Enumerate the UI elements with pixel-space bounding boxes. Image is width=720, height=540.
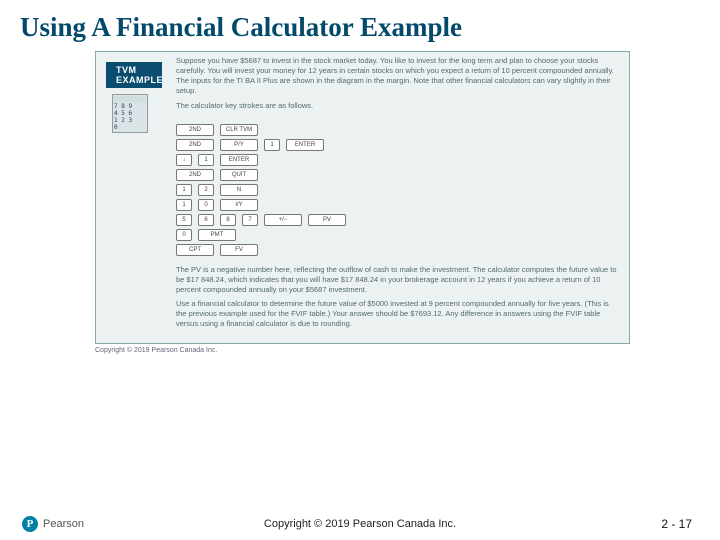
calc-key: CPT [176, 244, 214, 256]
keystroke-row: 0 PMT [176, 229, 629, 241]
lead-paragraph: The calculator key strokes are as follow… [176, 101, 619, 111]
calc-key: 1 [198, 154, 214, 166]
keystroke-row: 12N [176, 184, 629, 196]
calc-key: FV [220, 244, 258, 256]
intro-paragraph: Suppose you have $5687 to invest in the … [176, 56, 619, 97]
keystroke-rows: 2NDCLR TVM2NDP/Y1ENTER↓1ENTER2NDQUIT12N1… [96, 119, 629, 261]
footer-copyright: Copyright © 2019 Pearson Canada Inc. [264, 518, 456, 530]
keystroke-row: 10 I/Y [176, 199, 629, 211]
calc-key: 8 [220, 214, 236, 226]
calc-key: 2ND [176, 169, 214, 181]
inner-copyright: Copyright © 2019 Pearson Canada Inc. [0, 344, 720, 354]
calc-key: ENTER [286, 139, 324, 151]
example-explain: The PV is a negative number here, reflec… [96, 265, 629, 338]
keystroke-row: CPT FV [176, 244, 629, 256]
calc-key: +/− [264, 214, 302, 226]
calc-key: CLR TVM [220, 124, 258, 136]
keystroke-row: 2ND P/Y 1 ENTER [176, 139, 629, 151]
calc-key: 5 [176, 214, 192, 226]
explain-paragraph-1: The PV is a negative number here, reflec… [176, 265, 619, 295]
calc-key: 7 [242, 214, 258, 226]
calc-key: QUIT [220, 169, 258, 181]
footer-brand: P Pearson [22, 516, 84, 532]
calc-key: P/Y [220, 139, 258, 151]
calc-key: 0 [176, 229, 192, 241]
calc-key: PMT [198, 229, 236, 241]
calc-key: I/Y [220, 199, 258, 211]
pearson-logo-icon: P [22, 516, 38, 532]
calc-key: 1 [176, 184, 192, 196]
calc-key: ENTER [220, 154, 258, 166]
calc-key: 1 [264, 139, 280, 151]
slide-number: 2 - 17 [661, 517, 692, 531]
calc-key: 6 [198, 214, 214, 226]
keystroke-row: 2ND QUIT [176, 169, 629, 181]
calc-key: 0 [198, 199, 214, 211]
calc-key: N [220, 184, 258, 196]
keystroke-row: ↓ 1 ENTER [176, 154, 629, 166]
slide-title: Using A Financial Calculator Example [0, 0, 720, 51]
explain-paragraph-2: Use a financial calculator to determine … [176, 299, 619, 329]
example-box: TVM EXAMPLE 7 8 9 4 5 6 1 2 3 0 Suppose … [95, 51, 630, 344]
example-intro: Suppose you have $5687 to invest in the … [96, 56, 629, 119]
keystroke-row: 5687 +/− PV [176, 214, 629, 226]
calculator-icon: 7 8 9 4 5 6 1 2 3 0 [112, 94, 148, 133]
calc-key: 2ND [176, 124, 214, 136]
calc-key: ↓ [176, 154, 192, 166]
calc-key: 2ND [176, 139, 214, 151]
calc-key: 1 [176, 199, 192, 211]
calc-key: 2 [198, 184, 214, 196]
pearson-brand-text: Pearson [43, 518, 84, 530]
tvm-badge: TVM EXAMPLE [106, 62, 162, 88]
calc-key: PV [308, 214, 346, 226]
footer: P Pearson Copyright © 2019 Pearson Canad… [0, 516, 720, 532]
keystroke-row: 2ND CLR TVM [176, 124, 629, 136]
